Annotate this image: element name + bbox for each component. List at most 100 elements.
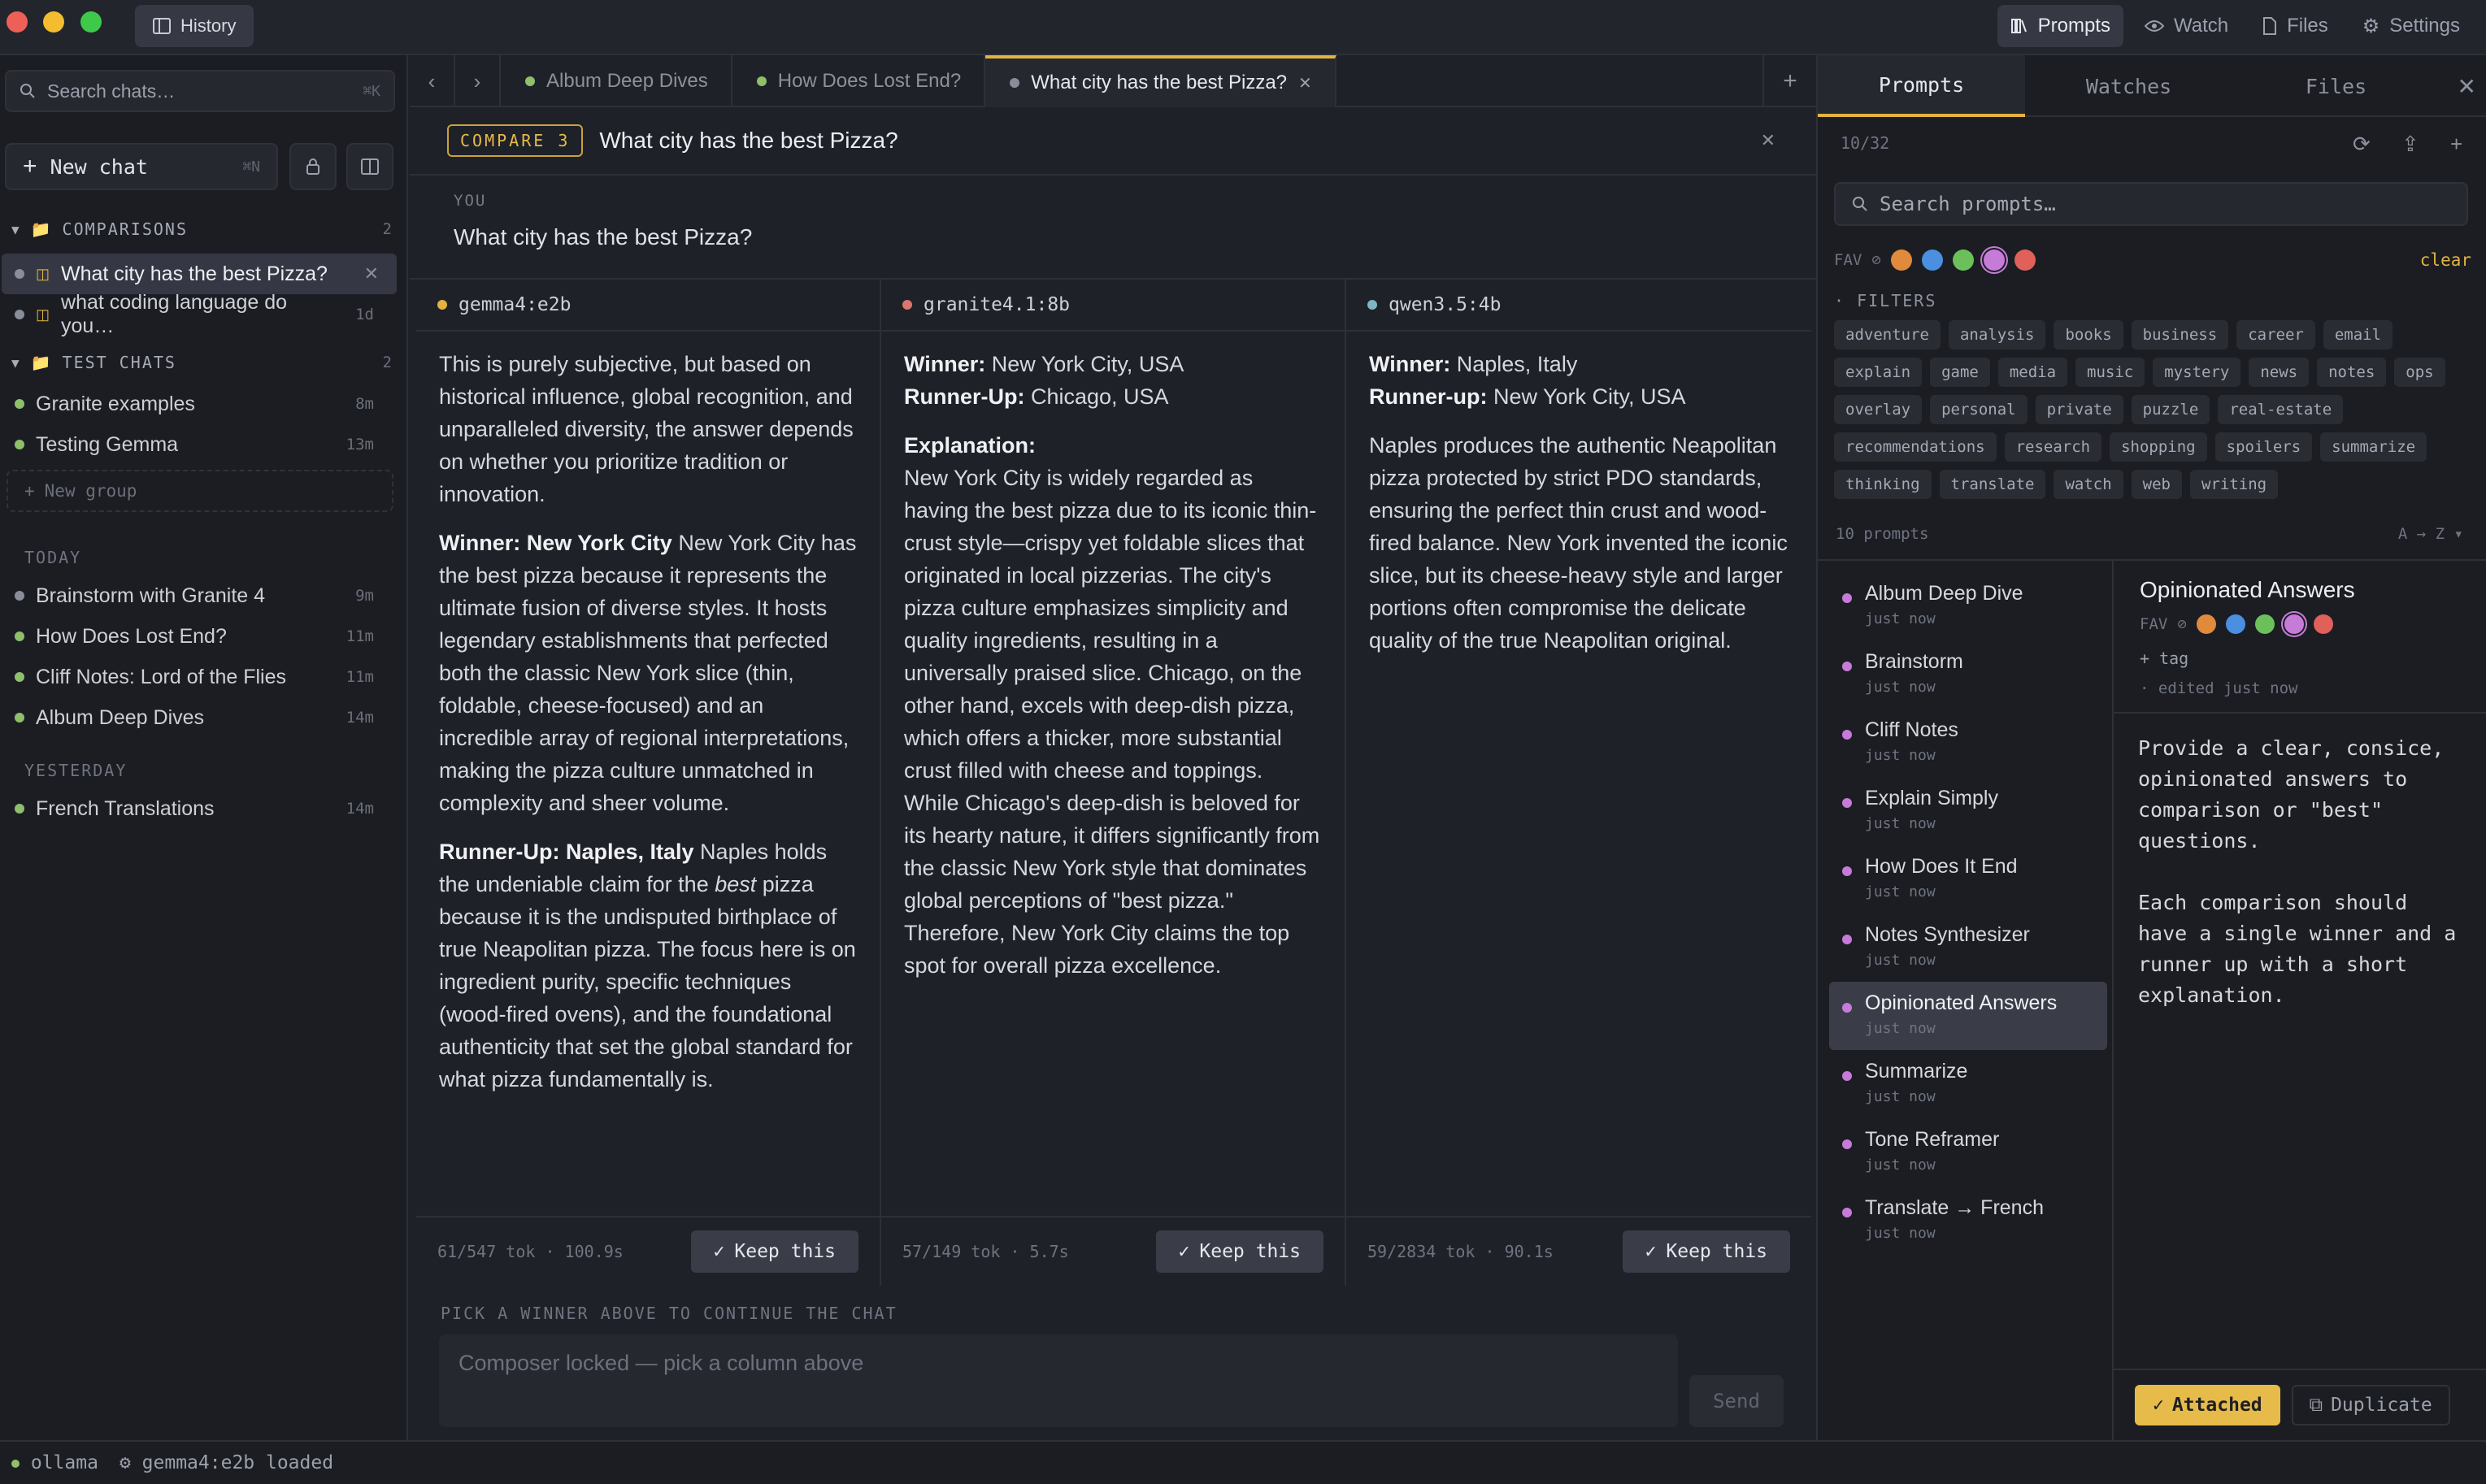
tag-filter-notes[interactable]: notes: [2317, 358, 2387, 387]
history-toggle-button[interactable]: History: [135, 5, 254, 47]
chat-item-french-translations[interactable]: French Translations 14m: [2, 788, 397, 829]
tab-best-pizza[interactable]: What city has the best Pizza? ✕: [985, 55, 1336, 107]
duplicate-button[interactable]: ⧉ Duplicate: [2291, 1385, 2450, 1425]
color-filter-green[interactable]: [1952, 250, 1974, 271]
tag-filter-business[interactable]: business: [2131, 320, 2229, 349]
search-chats-input[interactable]: Search chats… ⌘K: [5, 70, 395, 112]
tag-filter-overlay[interactable]: overlay: [1834, 395, 1923, 424]
chat-item-coding-language[interactable]: ◫ what coding language do you… 1d: [2, 291, 397, 337]
tag-filter-shopping[interactable]: shopping: [2110, 432, 2207, 462]
chat-item-testing-gemma[interactable]: Testing Gemma 13m: [2, 424, 397, 465]
tag-filter-explain[interactable]: explain: [1834, 358, 1923, 387]
prompt-item[interactable]: Explain Simply just now: [1829, 777, 2107, 845]
no-color-icon[interactable]: ⊘: [1871, 251, 1880, 269]
color-filter-blue[interactable]: [1921, 250, 1943, 271]
tag-filter-personal[interactable]: personal: [1930, 395, 2027, 424]
back-button[interactable]: ‹: [410, 55, 455, 107]
tag-filter-ops[interactable]: ops: [2394, 358, 2445, 387]
group-comparisons[interactable]: ▼ 📁 COMPARISONS 2: [11, 213, 393, 245]
color-swatch-red[interactable]: [2313, 614, 2333, 634]
chat-item-granite-examples[interactable]: Granite examples 8m: [2, 384, 397, 424]
tag-filter-adventure[interactable]: adventure: [1834, 320, 1941, 349]
tag-filter-watch[interactable]: watch: [2054, 470, 2123, 499]
prompt-body[interactable]: Provide a clear, consice, opinionated an…: [2114, 712, 2486, 1370]
tag-filter-mystery[interactable]: mystery: [2153, 358, 2241, 387]
tag-filter-music[interactable]: music: [2075, 358, 2145, 387]
tag-filter-game[interactable]: game: [1930, 358, 1990, 387]
zoom-window-button[interactable]: [80, 11, 102, 33]
color-swatch-purple[interactable]: [2284, 614, 2304, 634]
close-icon[interactable]: ✕: [364, 263, 379, 284]
top-tab-prompts[interactable]: Prompts: [1997, 5, 2123, 47]
color-filter-red[interactable]: [2014, 250, 2036, 271]
new-chat-button[interactable]: + New chat ⌘N: [5, 143, 278, 190]
top-tab-watch[interactable]: Watch: [2132, 5, 2241, 47]
refresh-icon[interactable]: ⟳: [2353, 132, 2371, 157]
chat-item-cliff-notes[interactable]: Cliff Notes: Lord of the Flies 11m: [2, 657, 397, 697]
upload-icon[interactable]: ⇪: [2401, 132, 2419, 157]
attached-button[interactable]: ✓ Attached: [2135, 1385, 2280, 1425]
panel-tab-files[interactable]: Files: [2232, 55, 2440, 117]
chat-item-brainstorm[interactable]: Brainstorm with Granite 4 9m: [2, 575, 397, 616]
no-color-icon[interactable]: ⊘: [2177, 615, 2186, 633]
tag-filter-thinking[interactable]: thinking: [1834, 470, 1932, 499]
tag-filter-media[interactable]: media: [1997, 358, 2068, 387]
tab-lost-end[interactable]: How Does Lost End?: [732, 55, 986, 107]
composer-input[interactable]: Composer locked — pick a column above: [439, 1334, 1678, 1427]
new-group-button[interactable]: + New group: [7, 470, 393, 512]
chat-item-lost-end[interactable]: How Does Lost End? 11m: [2, 616, 397, 657]
prompt-item[interactable]: Cliff Notes just now: [1829, 709, 2107, 777]
tag-filter-recommendations[interactable]: recommendations: [1834, 432, 1997, 462]
close-icon[interactable]: ✕: [1761, 130, 1775, 151]
tag-filter-private[interactable]: private: [2035, 395, 2123, 424]
add-tag-button[interactable]: + tag: [2140, 649, 2188, 668]
tag-filter-translate[interactable]: translate: [1939, 470, 2046, 499]
group-test-chats[interactable]: ▼ 📁 TEST CHATS 2: [11, 346, 393, 379]
keep-this-button[interactable]: ✓ Keep this: [1622, 1230, 1790, 1273]
tag-filter-spoilers[interactable]: spoilers: [2214, 432, 2313, 462]
prompt-item[interactable]: Opinionated Answers just now: [1829, 982, 2107, 1050]
plus-icon[interactable]: +: [2450, 132, 2462, 157]
compare-button[interactable]: [346, 143, 393, 190]
search-prompts-input[interactable]: Search prompts…: [1834, 182, 2468, 226]
chat-item-best-pizza[interactable]: ◫ What city has the best Pizza? ✕: [2, 254, 397, 294]
tag-filter-email[interactable]: email: [2323, 320, 2393, 349]
panel-tab-watches[interactable]: Watches: [2025, 55, 2232, 117]
top-tab-files[interactable]: Files: [2249, 5, 2341, 47]
color-filter-orange[interactable]: [1890, 250, 1912, 271]
prompt-item[interactable]: Translate → French just now: [1829, 1187, 2107, 1255]
tag-filter-writing[interactable]: writing: [2190, 470, 2279, 499]
prompt-item[interactable]: Album Deep Dive just now: [1829, 572, 2107, 640]
tag-filter-career[interactable]: career: [2236, 320, 2315, 349]
chat-item-album-deep-dives[interactable]: Album Deep Dives 14m: [2, 697, 397, 738]
tab-album-deep-dives[interactable]: Album Deep Dives: [501, 55, 732, 107]
prompt-item[interactable]: Notes Synthesizer just now: [1829, 913, 2107, 982]
prompt-item[interactable]: Brainstorm just now: [1829, 640, 2107, 709]
tag-filter-news[interactable]: news: [2249, 358, 2310, 387]
forward-button[interactable]: ›: [455, 55, 501, 107]
tag-filter-summarize[interactable]: summarize: [2320, 432, 2427, 462]
close-window-button[interactable]: [7, 11, 28, 33]
keep-this-button[interactable]: ✓ Keep this: [690, 1230, 858, 1273]
prompt-item[interactable]: Tone Reframer just now: [1829, 1118, 2107, 1187]
close-icon[interactable]: ✕: [2458, 73, 2476, 100]
color-swatch-blue[interactable]: [2225, 614, 2245, 634]
tag-filter-puzzle[interactable]: puzzle: [2131, 395, 2210, 424]
sort-button[interactable]: A → Z ▾: [2398, 525, 2463, 543]
new-tab-button[interactable]: +: [1762, 55, 1816, 107]
tag-filter-analysis[interactable]: analysis: [1948, 320, 2046, 349]
color-filter-purple[interactable]: [1983, 250, 2005, 271]
tag-filter-real-estate[interactable]: real-estate: [2218, 395, 2344, 424]
color-swatch-green[interactable]: [2254, 614, 2275, 634]
close-icon[interactable]: ✕: [1298, 73, 1312, 93]
panel-tab-prompts[interactable]: Prompts: [1818, 55, 2025, 117]
send-button[interactable]: Send: [1689, 1375, 1784, 1427]
top-tab-settings[interactable]: ⚙ Settings: [2349, 5, 2473, 47]
prompt-item[interactable]: How Does It End just now: [1829, 845, 2107, 913]
keep-this-button[interactable]: ✓ Keep this: [1155, 1230, 1323, 1273]
tag-filter-books[interactable]: books: [2054, 320, 2123, 349]
minimize-window-button[interactable]: [43, 11, 64, 33]
tag-filter-research[interactable]: research: [2004, 432, 2102, 462]
private-chat-button[interactable]: [289, 143, 337, 190]
tag-filter-web[interactable]: web: [2131, 470, 2182, 499]
